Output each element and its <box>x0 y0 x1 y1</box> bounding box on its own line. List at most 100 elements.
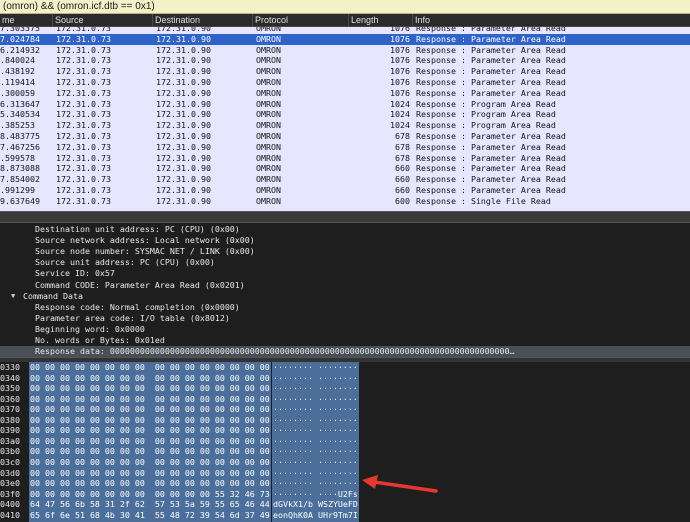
hex-bytes: 00 00 00 00 00 00 00 00 00 00 00 00 00 0… <box>29 393 271 405</box>
tree-field[interactable]: Source network address: Local network (0… <box>0 235 690 246</box>
column-header-protocol[interactable]: Protocol <box>252 14 348 27</box>
hex-row[interactable]: 0350 00 00 00 00 00 00 00 00 00 00 00 00 … <box>0 383 690 394</box>
hex-ascii: ········ ········ <box>272 435 359 447</box>
tree-field[interactable]: Beginning word: 0x0000 <box>0 324 690 335</box>
packet-cell-protocol: OMRON <box>256 44 281 55</box>
tree-field[interactable]: Response data: 0000000000000000000000000… <box>0 346 690 358</box>
hex-ascii: eonQhK0A UHr9Tm7I <box>272 509 359 521</box>
hex-row[interactable]: 03b0 00 00 00 00 00 00 00 00 00 00 00 00 … <box>0 446 690 457</box>
hex-bytes: 65 6f 6e 51 68 4b 30 41 55 48 72 39 54 6… <box>29 509 271 521</box>
hex-row[interactable]: 03e0 00 00 00 00 00 00 00 00 00 00 00 00 … <box>0 478 690 489</box>
packet-cell-length: 678 <box>395 141 410 152</box>
hex-offset: 0350 <box>0 383 20 394</box>
hex-row[interactable]: 0380 00 00 00 00 00 00 00 00 00 00 00 00 … <box>0 414 690 426</box>
hex-row[interactable]: 0400 64 47 56 6b 58 31 2f 62 57 53 5a 59 … <box>0 499 690 510</box>
packet-row[interactable]: .385253 172.31.0.73 172.31.0.90 OMRON 1024 Re… <box>0 120 690 132</box>
hex-row[interactable]: 03d0 00 00 00 00 00 00 00 00 00 00 00 00 … <box>0 467 690 479</box>
hex-row[interactable]: 03c0 00 00 00 00 00 00 00 00 00 00 00 00 … <box>0 456 690 468</box>
packet-cell-info: Response : Single File Read <box>416 195 551 206</box>
packet-row[interactable]: 9.637649 172.31.0.73 172.31.0.90 OMRON 600 Re… <box>0 195 690 207</box>
packet-cell-protocol: OMRON <box>256 185 281 195</box>
packet-cell-destination: 172.31.0.90 <box>156 33 211 44</box>
packet-row[interactable]: .119414 172.31.0.73 172.31.0.90 OMRON 1076 Re… <box>0 77 690 88</box>
packet-cell-time: 6.313647 <box>0 98 40 109</box>
column-header-length[interactable]: Length <box>348 14 412 27</box>
packet-cell-time: .385253 <box>0 120 35 131</box>
packet-row[interactable]: .599578 172.31.0.73 172.31.0.90 OMRON 678 Res… <box>0 152 690 164</box>
packet-cell-info: Response : Parameter Area Read <box>416 77 566 87</box>
packet-cell-source: 172.31.0.73 <box>56 44 111 55</box>
hex-row[interactable]: 0330 00 00 00 00 00 00 00 00 00 00 00 00 … <box>0 362 690 373</box>
display-filter-input[interactable]: (omron) && (omron.icf.dtb == 0x1) <box>3 1 155 12</box>
tree-field-label: Source unit address: PC (CPU) (0x00) <box>35 257 215 268</box>
hex-row[interactable]: 03f0 00 00 00 00 00 00 00 00 00 00 00 00 … <box>0 488 690 500</box>
column-header-time[interactable]: me <box>0 14 52 27</box>
packet-cell-info: Response : Parameter Area Read <box>416 55 566 66</box>
packet-row[interactable]: .300059 172.31.0.73 172.31.0.90 OMRON 1076 Re… <box>0 87 690 99</box>
tree-field[interactable]: Command CODE: Parameter Area Read (0x020… <box>0 280 690 291</box>
hex-bytes: 00 00 00 00 00 00 00 00 00 00 00 00 00 0… <box>29 372 271 384</box>
tree-field[interactable]: Destination unit address: PC (CPU) (0x00… <box>0 224 690 235</box>
tree-field[interactable]: Response code: Normal completion (0x0000… <box>0 302 690 313</box>
tree-field[interactable]: Source unit address: PC (CPU) (0x00) <box>0 257 690 268</box>
hex-offset: 0410 <box>0 509 20 520</box>
column-header-source[interactable]: Source <box>52 14 152 27</box>
packet-row[interactable]: 5.340534 172.31.0.73 172.31.0.90 OMRON 1024 R… <box>0 109 690 121</box>
packet-cell-source: 172.31.0.73 <box>56 77 111 87</box>
packet-details-tree[interactable]: Destination unit address: PC (CPU) (0x00… <box>0 223 690 358</box>
packet-cell-time: 7.467256 <box>0 141 40 152</box>
pane-splitter[interactable] <box>0 211 690 223</box>
column-header-destination[interactable]: Destination <box>152 14 252 27</box>
packet-row[interactable]: .991299 172.31.0.73 172.31.0.90 OMRON 660 Res… <box>0 185 690 196</box>
hex-row[interactable]: 0370 00 00 00 00 00 00 00 00 00 00 00 00 … <box>0 404 690 415</box>
packet-cell-info: Response : Parameter Area Read <box>416 185 566 195</box>
packet-list[interactable]: 7.303375 172.31.0.73 172.31.0.90 OMRON 1076 R… <box>0 27 690 211</box>
hex-ascii: ········ ········ <box>272 456 359 468</box>
packet-cell-source: 172.31.0.73 <box>56 120 111 131</box>
packet-bytes-pane[interactable]: 0330 00 00 00 00 00 00 00 00 00 00 00 00 … <box>0 362 690 522</box>
hex-ascii: ········ ········ <box>272 446 359 457</box>
column-header-info[interactable]: Info <box>412 14 690 27</box>
packet-row[interactable]: 6.313647 172.31.0.73 172.31.0.90 OMRON 1024 R… <box>0 98 690 110</box>
packet-cell-time: .300059 <box>0 87 35 98</box>
hex-row[interactable]: 0410 65 6f 6e 51 68 4b 30 41 55 48 72 39 … <box>0 509 690 521</box>
tree-field[interactable]: Source node number: SYSMAC NET / LINK (0… <box>0 246 690 257</box>
packet-row[interactable]: 6.214932 172.31.0.73 172.31.0.90 OMRON 1076 R… <box>0 44 690 56</box>
packet-cell-info: Response : Parameter Area Read <box>416 174 566 185</box>
packet-row[interactable]: .840024 172.31.0.73 172.31.0.90 OMRON 1076 Re… <box>0 55 690 67</box>
hex-row[interactable]: 0390 00 00 00 00 00 00 00 00 00 00 00 00 … <box>0 425 690 436</box>
tree-node-expandable[interactable]: ▼ Command Data <box>0 291 690 302</box>
packet-cell-protocol: OMRON <box>256 98 281 109</box>
hex-row[interactable]: 03a0 00 00 00 00 00 00 00 00 00 00 00 00 … <box>0 435 690 447</box>
hex-offset: 03c0 <box>0 456 20 467</box>
packet-row[interactable]: 8.483775 172.31.0.73 172.31.0.90 OMRON 678 Re… <box>0 131 690 142</box>
tree-field[interactable]: Service ID: 0x57 <box>0 268 690 279</box>
packet-row[interactable]: 7.854002 172.31.0.73 172.31.0.90 OMRON 660 Re… <box>0 174 690 186</box>
packet-row[interactable]: 7.467256 172.31.0.73 172.31.0.90 OMRON 678 Re… <box>0 141 690 153</box>
packet-cell-destination: 172.31.0.90 <box>156 120 211 131</box>
packet-cell-info: Response : Parameter Area Read <box>416 33 566 44</box>
packet-cell-source: 172.31.0.73 <box>56 131 111 141</box>
packet-cell-destination: 172.31.0.90 <box>156 66 211 77</box>
hex-ascii: ········ ········ <box>272 467 359 479</box>
packet-row[interactable]: 8.873088 172.31.0.73 172.31.0.90 OMRON 660 Re… <box>0 163 690 175</box>
display-filter-bar[interactable]: (omron) && (omron.icf.dtb == 0x1) <box>0 0 690 14</box>
hex-row[interactable]: 0360 00 00 00 00 00 00 00 00 00 00 00 00 … <box>0 393 690 405</box>
packet-cell-source: 172.31.0.73 <box>56 55 111 66</box>
packet-cell-length: 1076 <box>390 77 410 87</box>
packet-cell-source: 172.31.0.73 <box>56 109 111 120</box>
packet-row[interactable]: 7.024784 172.31.0.73 172.31.0.90 OMRON 1076 R… <box>0 33 690 45</box>
tree-field-label: Response data: 0000000000000000000000000… <box>35 346 515 357</box>
expand-triangle-icon[interactable]: ▼ <box>11 291 15 302</box>
packet-cell-source: 172.31.0.73 <box>56 152 111 163</box>
tree-field-label: Destination unit address: PC (CPU) (0x00… <box>35 224 240 234</box>
hex-ascii: ········ ········ <box>272 478 359 489</box>
tree-field[interactable]: No. words or Bytes: 0x01ed <box>0 335 690 346</box>
packet-row[interactable]: .438192 172.31.0.73 172.31.0.90 OMRON 1076 Re… <box>0 66 690 78</box>
hex-row[interactable]: 0340 00 00 00 00 00 00 00 00 00 00 00 00 … <box>0 372 690 384</box>
packet-cell-protocol: OMRON <box>256 87 281 98</box>
tree-field-label: Command CODE: Parameter Area Read (0x020… <box>35 279 245 290</box>
packet-cell-destination: 172.31.0.90 <box>156 131 211 141</box>
tree-field[interactable]: Parameter area code: I/O table (0x8012) <box>0 313 690 324</box>
packet-list-header: me Source Destination Protocol Length In… <box>0 14 690 27</box>
